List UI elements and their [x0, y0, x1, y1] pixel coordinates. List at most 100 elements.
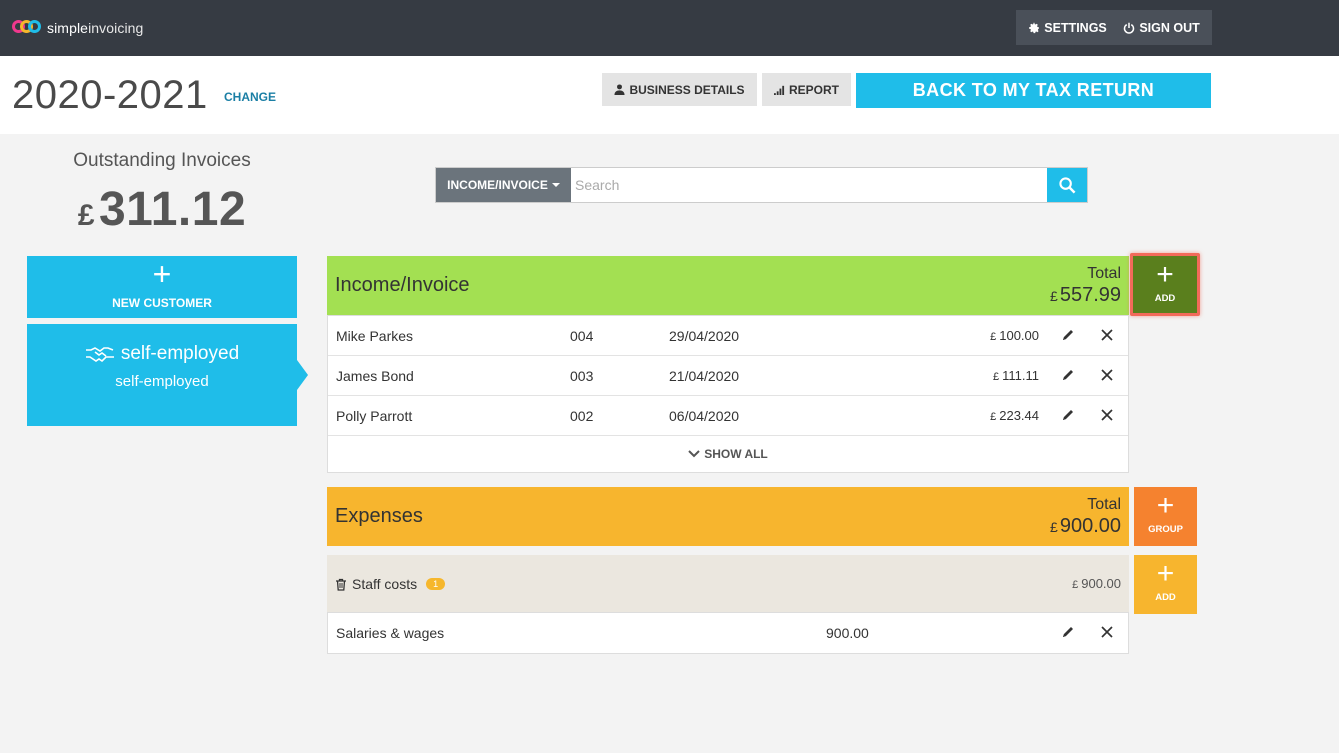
invoice-date: 29/04/2020 — [669, 328, 740, 344]
expense-group-currency: £ — [1072, 579, 1079, 591]
tax-year-title: 2020-2021 — [12, 73, 208, 117]
add-expense-label: ADD — [1155, 592, 1176, 603]
add-income-button[interactable]: + ADD — [1130, 253, 1200, 316]
search-icon — [1058, 176, 1075, 193]
plus-icon: + — [1156, 557, 1175, 590]
income-total-currency: £ — [1050, 288, 1058, 304]
new-customer-button[interactable]: + NEW CUSTOMER — [27, 256, 297, 318]
expenses-total-label: Total — [1087, 496, 1121, 513]
income-total-amount: 557.99 — [1059, 284, 1121, 306]
handshake-icon — [85, 347, 114, 362]
logo-text-rest: invoicing — [88, 20, 144, 36]
add-group-label: GROUP — [1148, 524, 1183, 535]
plus-icon: + — [1156, 258, 1174, 291]
search-button[interactable] — [1047, 168, 1087, 202]
expense-amount: 900.00 — [826, 625, 869, 641]
invoice-amount-value: 100.00 — [999, 328, 1039, 343]
delete-button[interactable] — [1099, 367, 1115, 383]
search-bar: INCOME/INVOICE — [435, 167, 1088, 203]
invoice-customer: Mike Parkes — [336, 328, 414, 344]
invoice-customer: Polly Parrott — [336, 408, 413, 424]
table-row[interactable]: James Bond 003 21/04/2020 £111.11 — [328, 356, 1128, 396]
delete-button[interactable] — [1099, 327, 1115, 343]
search-type-dropdown[interactable]: INCOME/INVOICE — [436, 168, 571, 202]
customer-card-self-employed[interactable]: self-employed self-employed — [27, 324, 308, 426]
year-header: 2020-2021 CHANGE BUSINESS DETAILS REPORT… — [0, 56, 1339, 134]
show-all-label: SHOW ALL — [704, 447, 768, 461]
edit-button[interactable] — [1060, 624, 1076, 640]
add-group-button[interactable]: + GROUP — [1134, 487, 1197, 546]
table-row[interactable]: Mike Parkes 004 29/04/2020 £100.00 — [328, 316, 1128, 356]
invoice-amount: £223.44 — [990, 408, 1039, 423]
close-icon — [1101, 409, 1113, 421]
plus-icon: + — [1156, 489, 1175, 522]
business-details-button[interactable]: BUSINESS DETAILS — [602, 73, 757, 106]
signal-bars-icon — [773, 85, 785, 95]
income-section-header: Income/Invoice Total £557.99 — [327, 256, 1129, 315]
sign-out-label: SIGN OUT — [1139, 20, 1200, 35]
income-total-label: Total — [1087, 265, 1121, 282]
add-income-label: ADD — [1154, 293, 1176, 304]
show-all-button[interactable]: SHOW ALL — [328, 436, 1128, 472]
expenses-title: Expenses — [335, 505, 423, 527]
invoice-currency: £ — [990, 411, 997, 423]
edit-button[interactable] — [1060, 327, 1076, 343]
back-to-tax-return-button[interactable]: BACK TO MY TAX RETURN — [856, 73, 1211, 108]
top-bar: simpleinvoicing SETTINGS SIGN OUT — [0, 0, 1339, 56]
table-row[interactable]: Polly Parrott 002 06/04/2020 £223.44 — [328, 396, 1128, 436]
power-icon — [1124, 22, 1135, 34]
invoice-amount: £100.00 — [990, 328, 1039, 343]
expense-group-name: Staff costs 1 — [335, 576, 446, 592]
search-type-label: INCOME/INVOICE — [447, 178, 548, 192]
expenses-section-header: Expenses Total £900.00 — [327, 487, 1129, 546]
add-expense-button[interactable]: + ADD — [1134, 555, 1197, 614]
customer-subtitle: self-employed — [115, 373, 209, 390]
business-details-label: BUSINESS DETAILS — [629, 82, 745, 97]
sign-out-button[interactable]: SIGN OUT — [1123, 20, 1200, 35]
outstanding-value: 311.12 — [98, 183, 247, 236]
pencil-icon — [1063, 330, 1073, 340]
gear-icon — [1029, 22, 1040, 33]
pencil-icon — [1063, 410, 1073, 420]
user-icon — [614, 84, 625, 95]
expense-group-name-text: Staff costs — [352, 576, 418, 592]
close-icon — [1101, 626, 1113, 638]
invoice-date: 06/04/2020 — [669, 408, 740, 424]
expense-group-header[interactable]: Staff costs 1 £900.00 — [327, 555, 1129, 613]
plus-icon: + — [152, 256, 172, 292]
trash-icon[interactable] — [335, 578, 347, 591]
change-year-link[interactable]: CHANGE — [224, 90, 276, 104]
expense-count-badge: 1 — [426, 578, 446, 590]
search-input[interactable] — [571, 168, 1047, 202]
invoice-currency: £ — [993, 371, 1000, 383]
outstanding-invoices-amount: £ 311.12 — [27, 182, 297, 237]
logo-mark-icon — [12, 18, 46, 38]
invoice-date: 21/04/2020 — [669, 368, 740, 384]
income-table: Mike Parkes 004 29/04/2020 £100.00 James… — [327, 315, 1129, 473]
invoice-amount-value: 223.44 — [999, 408, 1039, 423]
invoice-number: 004 — [570, 328, 594, 344]
expense-items-table: Salaries & wages 900.00 — [327, 612, 1129, 654]
new-customer-label: NEW CUSTOMER — [112, 296, 212, 310]
edit-button[interactable] — [1060, 367, 1076, 383]
expense-group-total: £900.00 — [1072, 576, 1121, 591]
settings-button[interactable]: SETTINGS — [1028, 21, 1107, 35]
delete-button[interactable] — [1099, 624, 1115, 640]
expense-description: Salaries & wages — [336, 625, 445, 641]
customer-name: self-employed — [27, 343, 297, 365]
table-row[interactable]: Salaries & wages 900.00 — [328, 613, 1128, 653]
delete-button[interactable] — [1099, 407, 1115, 423]
report-label: REPORT — [788, 82, 839, 97]
chevron-down-icon — [688, 450, 700, 458]
logo-text: simpleinvoicing — [47, 20, 143, 36]
invoice-number: 002 — [570, 408, 594, 424]
outstanding-currency: £ — [77, 199, 95, 232]
account-actions: SETTINGS SIGN OUT — [1016, 10, 1212, 45]
app-logo[interactable]: simpleinvoicing — [12, 15, 143, 41]
caret-down-icon — [551, 183, 560, 187]
report-button[interactable]: REPORT — [762, 73, 851, 106]
expenses-total-amount: 900.00 — [1059, 515, 1121, 537]
logo-text-bold: simple — [47, 20, 89, 36]
income-title: Income/Invoice — [335, 274, 470, 296]
edit-button[interactable] — [1060, 407, 1076, 423]
